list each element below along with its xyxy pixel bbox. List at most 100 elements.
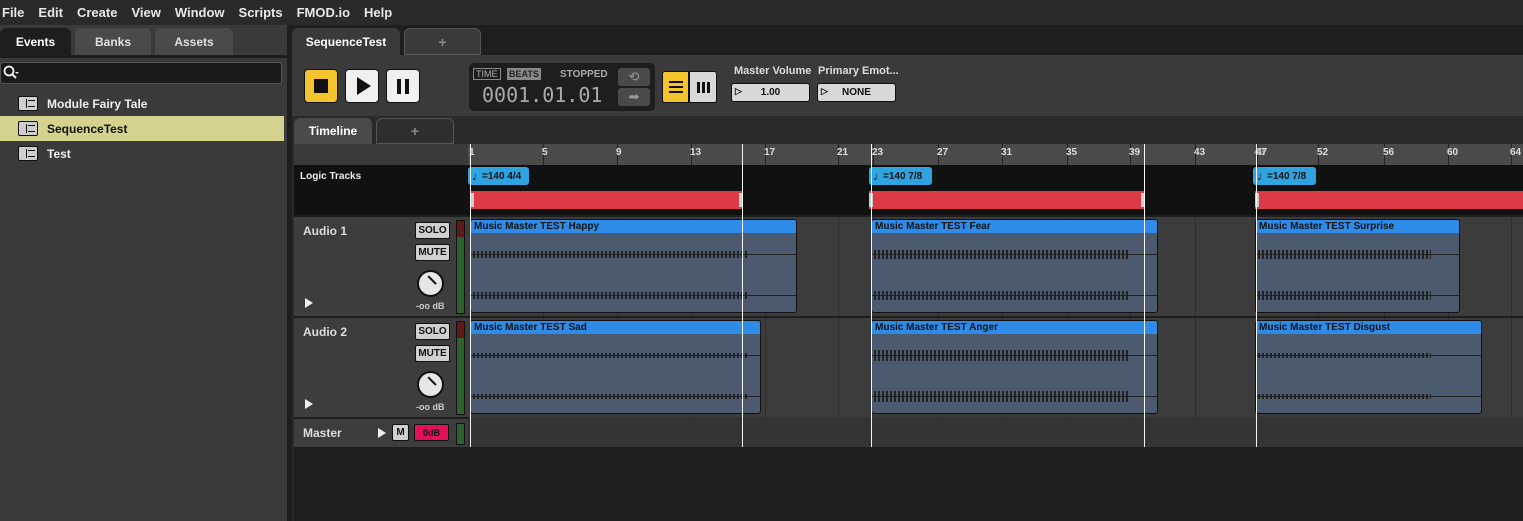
track-header[interactable]: Master M 0dB [294,417,468,447]
expand-track-icon[interactable] [305,399,313,409]
stop-button[interactable] [304,69,338,103]
menu-fmodio[interactable]: FMOD.io [290,5,357,20]
playhead[interactable] [470,144,471,447]
time-mode-toggle[interactable]: TIME [473,68,501,80]
list-item[interactable]: SequenceTest [0,116,284,141]
instrument-clip[interactable]: Music Master TEST Fear [871,219,1158,313]
audio-track: Audio 2 SOLO MUTE -oo dB Music Master TE… [294,316,1523,417]
instrument-clip[interactable]: Music Master TEST Surprise [1255,219,1460,313]
track-lane[interactable]: Music Master TEST Sad Music Master TEST … [468,316,1523,417]
region-boundary [1144,144,1145,447]
solo-button[interactable]: SOLO [415,222,450,239]
pause-icon [397,78,409,94]
search-input[interactable] [0,62,282,84]
ruler-label: 23 [872,147,884,158]
tab-timeline[interactable]: Timeline [294,118,372,144]
master-volume-field[interactable]: ▷ 1.00 [731,83,810,102]
tab-sequencetest[interactable]: SequenceTest [292,28,400,55]
volume-knob[interactable] [417,371,444,398]
timeline-ruler[interactable]: 1 5 9 13 17 21 23 27 31 35 39 43 47 52 56 60 64 43 [468,144,1523,165]
add-parameter-tab-button[interactable]: + [376,118,454,144]
list-item[interactable]: Test [0,141,287,166]
instrument-clip[interactable]: Music Master TEST Disgust [1255,320,1482,414]
instrument-clip[interactable]: Music Master TEST Anger [871,320,1158,414]
play-button[interactable] [345,69,379,103]
track-name: Audio 2 [303,325,347,339]
ruler-label: 9 [616,147,622,158]
expand-track-icon[interactable] [378,428,386,438]
menu-create[interactable]: Create [70,5,124,20]
expand-track-icon[interactable] [305,298,313,308]
loop-region[interactable] [1255,191,1523,209]
tempo-marker[interactable]: =140 7/8 [869,167,932,185]
mute-button[interactable]: M [392,424,409,441]
tab-banks[interactable]: Banks [75,28,151,55]
solo-button[interactable]: SOLO [415,323,450,340]
track-name: Master [303,426,342,440]
event-icon [18,121,38,136]
tempo-marker[interactable]: =140 4/4 [468,167,529,185]
track-header[interactable]: Audio 1 SOLO MUTE -oo dB [294,215,468,316]
event-icon [18,96,38,111]
beats-mode-toggle[interactable]: BEATS [507,68,541,80]
list-view-icon[interactable] [662,71,689,103]
volume-knob[interactable] [417,270,444,297]
tempo-marker[interactable]: =140 7/8 [1253,167,1316,185]
event-label: Module Fairy Tale [47,96,148,111]
mute-button[interactable]: MUTE [415,345,450,362]
volume-field[interactable]: 0dB [414,424,449,441]
mute-button[interactable]: MUTE [415,244,450,261]
menu-window[interactable]: Window [168,5,232,20]
follow-arrow-icon[interactable]: ➡ [618,88,650,106]
stop-icon [314,79,328,93]
level-meter [456,423,465,445]
volume-readout: -oo dB [416,301,445,311]
track-name: Audio 1 [303,224,347,238]
menu-scripts[interactable]: Scripts [232,5,290,20]
region-boundary [1256,144,1257,447]
tab-events[interactable]: Events [0,28,71,55]
menu-edit[interactable]: Edit [31,5,70,20]
playback-status: STOPPED [560,69,608,80]
primary-emotion-label: Primary Emot... [818,65,899,77]
primary-emotion-field[interactable]: ▷ NONE [817,83,896,102]
loop-region[interactable] [869,191,1145,209]
region-boundary [742,144,743,447]
instrument-title: Music Master TEST Happy [471,220,796,233]
track-lane[interactable]: Music Master TEST Happy Music Master TES… [468,215,1523,316]
pause-button[interactable] [386,69,420,103]
instrument-clip[interactable]: Music Master TEST Happy [470,219,797,313]
menu-bar: File Edit Create View Window Scripts FMO… [0,0,1523,25]
list-item[interactable]: Module Fairy Tale [0,91,287,116]
ruler-label: 5 [542,147,548,158]
ruler-label: 64 [1510,147,1522,158]
transport-bar: TIME BEATS STOPPED 0001.01.01 ⟲ ➡ Master… [292,55,1523,116]
ruler-label: 60 [1447,147,1459,158]
menu-help[interactable]: Help [357,5,399,20]
timeline: 1 5 9 13 17 21 23 27 31 35 39 43 47 52 56 60 64 43 Logic … [294,144,1523,521]
instrument-title: Music Master TEST Sad [471,321,760,334]
track-header[interactable]: Audio 2 SOLO MUTE -oo dB [294,316,468,417]
tab-assets[interactable]: Assets [155,28,233,55]
menu-file[interactable]: File [0,5,31,20]
instrument-clip[interactable]: Music Master TEST Sad [470,320,761,414]
master-volume-value: 1.00 [760,87,781,98]
ruler-label: 21 [837,147,849,158]
event-icon [18,146,38,161]
loop-region[interactable] [470,191,743,209]
grid-line [1511,217,1512,316]
ruler-label: 17 [764,147,776,158]
ruler-label: 52 [1317,147,1329,158]
ruler-label: 43 [1194,147,1206,158]
add-tab-button[interactable]: + [404,28,481,55]
master-volume-label: Master Volume [734,65,812,77]
loop-icon[interactable]: ⟲ [618,68,650,86]
grid-view-icon[interactable] [689,71,717,103]
ruler-label: 27 [937,147,949,158]
master-track: Master M 0dB [294,417,1523,447]
menu-view[interactable]: View [124,5,167,20]
track-header-spacer [294,144,468,165]
grid-line [838,318,839,417]
grid-line [1511,318,1512,417]
events-panel: Module Fairy Tale SequenceTest Test [0,55,287,521]
